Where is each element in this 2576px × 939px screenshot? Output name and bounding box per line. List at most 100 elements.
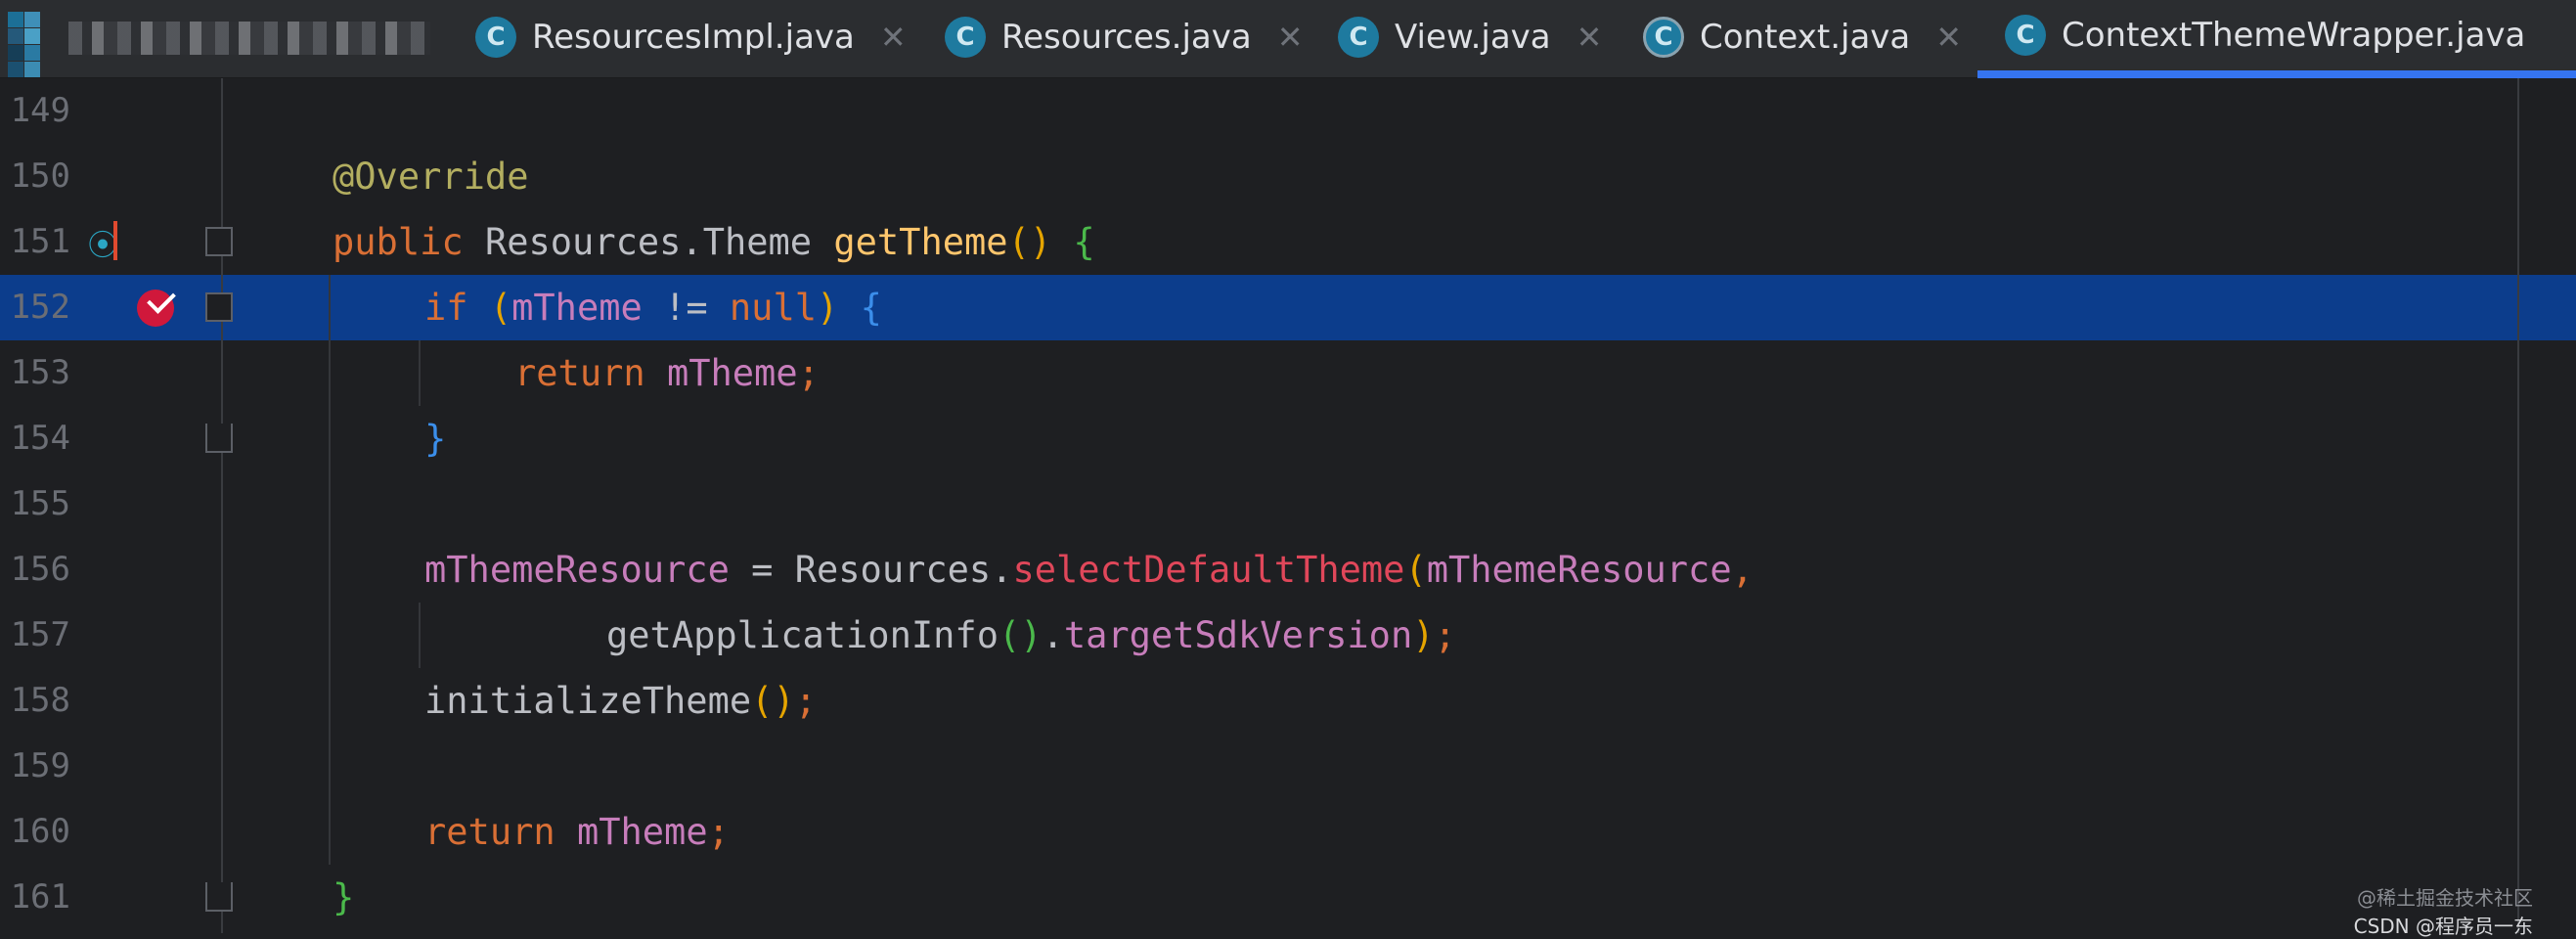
code-text: initializeTheme();: [424, 668, 817, 734]
parens: (): [1007, 221, 1052, 263]
line-number: 153: [10, 353, 70, 392]
paren: (: [489, 287, 512, 329]
semicolon: ;: [797, 352, 820, 394]
line-number: 156: [10, 550, 70, 589]
tab-label: ResourcesImpl.java: [532, 18, 855, 57]
code-line: 159: [0, 734, 2576, 799]
code-text: if (mTheme != null) {: [424, 275, 882, 340]
editor-tab-bar: C ResourcesImpl.java ✕ C Resources.java …: [0, 0, 2576, 94]
brace: }: [424, 418, 447, 460]
tab-label: View.java: [1395, 18, 1551, 57]
code-line: 153 return mTheme;: [0, 340, 2576, 406]
watermark-line: CSDN @程序员一东: [2353, 915, 2533, 938]
line-number: 158: [10, 681, 70, 720]
type-name: Resources.Theme: [484, 221, 813, 263]
line-number: 151: [10, 222, 70, 261]
code-text: @Override: [333, 144, 528, 209]
keyword: return: [514, 352, 645, 394]
code-line: 154 }: [0, 406, 2576, 471]
fold-start-icon[interactable]: [205, 292, 233, 322]
code-line: 156 mThemeResource = Resources.selectDef…: [0, 537, 2576, 603]
parens: (): [998, 614, 1043, 656]
code-line: 155: [0, 471, 2576, 537]
annotation: @Override: [333, 156, 529, 198]
watermark-line: @稀土掘金技术社区: [2357, 886, 2533, 910]
code-line: 160 return mTheme;: [0, 799, 2576, 865]
brace: }: [333, 876, 355, 918]
code-text: return mTheme;: [424, 799, 730, 865]
semicolon: ;: [707, 811, 730, 853]
keyword: return: [424, 811, 555, 853]
abstract-class-icon: C: [1643, 17, 1684, 58]
indent-guide: [329, 275, 331, 865]
fold-start-icon[interactable]: [205, 227, 233, 256]
field-ref: mThemeResource: [424, 549, 730, 591]
operator: !=: [664, 287, 708, 329]
tab-resources[interactable]: C Resources.java ✕: [945, 0, 1304, 74]
tab-context[interactable]: C Context.java ✕: [1643, 0, 1962, 74]
right-margin-guide: [2517, 78, 2519, 933]
code-line: 157 getApplicationInfo().targetSdkVersio…: [0, 603, 2576, 668]
paren: ): [817, 287, 839, 329]
code-line: 151 ⦿ public Resources.Theme getTheme() …: [0, 209, 2576, 275]
code-line: 161 }: [0, 865, 2576, 930]
operator: =: [751, 549, 774, 591]
tab-view[interactable]: C View.java ✕: [1338, 0, 1602, 74]
field-ref: mTheme: [666, 352, 798, 394]
tab-contextthemewrapper[interactable]: C ContextThemeWrapper.java: [1977, 0, 2576, 78]
field-ref: mThemeResource: [1426, 549, 1732, 591]
dot: .: [1042, 614, 1064, 656]
field-ref: targetSdkVersion: [1063, 614, 1413, 656]
keyword: public: [333, 221, 464, 263]
watermark: @稀土掘金技术社区 CSDN @程序员一东: [2354, 882, 2533, 939]
close-icon[interactable]: ✕: [880, 19, 907, 56]
comma: ,: [1731, 549, 1754, 591]
class-icon: C: [475, 17, 516, 58]
brace: {: [860, 287, 882, 329]
tab-resourcesimpl[interactable]: C ResourcesImpl.java ✕: [475, 0, 907, 74]
semicolon: ;: [1434, 614, 1456, 656]
line-number: 152: [10, 288, 70, 327]
field-ref: mTheme: [576, 811, 708, 853]
method-call: initializeTheme: [424, 680, 752, 722]
fold-end-icon[interactable]: [205, 882, 233, 912]
field-ref: mTheme: [511, 287, 643, 329]
line-number: 161: [10, 877, 70, 917]
code-editor[interactable]: 149 150 @Override 151 ⦿ public Resources…: [0, 78, 2576, 938]
code-text: }: [333, 865, 354, 930]
line-number: 155: [10, 484, 70, 523]
line-number: 157: [10, 615, 70, 654]
tab-label: ContextThemeWrapper.java: [2062, 16, 2526, 55]
close-icon[interactable]: ✕: [1577, 19, 1603, 56]
code-line: 149: [0, 78, 2576, 144]
close-icon[interactable]: ✕: [1277, 19, 1304, 56]
gutter-separator: [221, 78, 223, 933]
code-text: return mTheme;: [514, 340, 820, 406]
keyword: if: [424, 287, 468, 329]
parens: (): [751, 680, 795, 722]
code-line: 150 @Override: [0, 144, 2576, 209]
close-icon[interactable]: ✕: [1935, 19, 1962, 56]
line-number: 160: [10, 812, 70, 851]
code-text: mThemeResource = Resources.selectDefault…: [424, 537, 1754, 603]
class-icon: C: [945, 17, 986, 58]
static-method-call: selectDefaultTheme: [1012, 549, 1405, 591]
method-name: getTheme: [833, 221, 1008, 263]
current-line-highlight: 152 if (mTheme != null) {: [0, 275, 2576, 340]
tab-label: Resources.java: [1001, 18, 1252, 57]
tab-label: Context.java: [1700, 18, 1911, 57]
keyword: null: [729, 287, 818, 329]
class-ref: Resources.: [794, 549, 1013, 591]
project-icon[interactable]: [8, 12, 57, 94]
line-number: 150: [10, 156, 70, 196]
class-icon: C: [2005, 15, 2046, 56]
indent-guide: [419, 340, 421, 406]
indent-guide: [419, 603, 421, 668]
line-number: 154: [10, 419, 70, 458]
paren: (: [1404, 549, 1427, 591]
code-text: public Resources.Theme getTheme() {: [333, 209, 1095, 275]
class-icon: C: [1338, 17, 1379, 58]
fold-end-icon[interactable]: [205, 424, 233, 453]
line-number: 159: [10, 746, 70, 785]
code-text: getApplicationInfo().targetSdkVersion);: [606, 603, 1456, 668]
